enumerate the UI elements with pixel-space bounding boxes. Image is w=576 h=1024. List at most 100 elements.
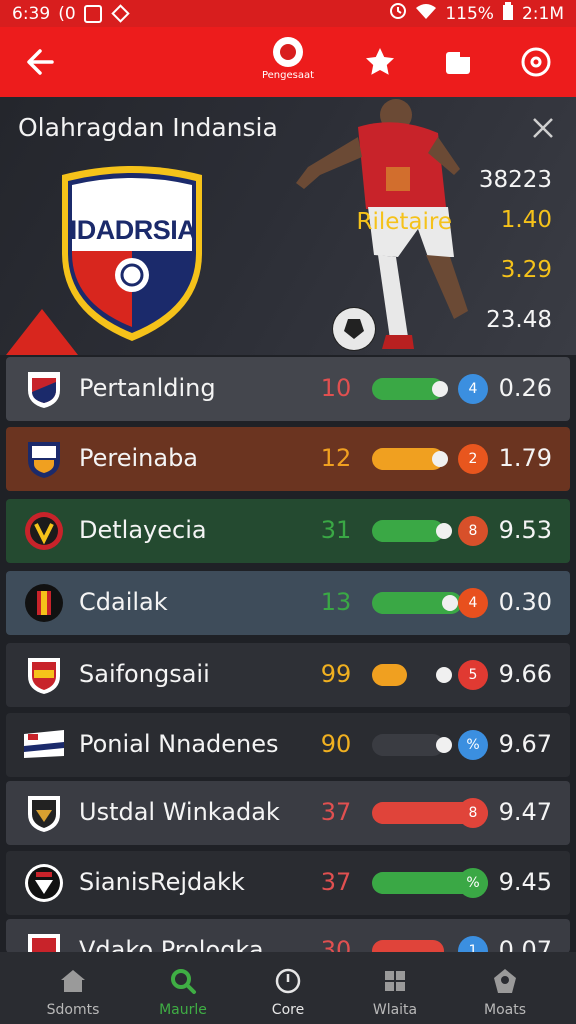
status-dot: 4 — [458, 588, 488, 618]
team-rank: 99 — [320, 660, 352, 688]
team-badge-icon — [25, 864, 63, 902]
progress-track: % — [372, 868, 488, 898]
list-item[interactable]: Saifongsaii 99 5 9.66 — [6, 643, 570, 707]
stat-value-4: 23.48 — [486, 307, 552, 333]
list-item[interactable]: Pereinaba 12 2 1.79 — [6, 427, 570, 491]
back-arrow-icon[interactable] — [22, 43, 60, 81]
nav-label: Core — [271, 1002, 305, 1018]
stat-value-3: 3.29 — [500, 257, 552, 283]
decorative-triangle — [6, 309, 78, 355]
team-badge-icon — [28, 796, 60, 832]
team-name: Detlayecia — [79, 516, 207, 544]
page-title: Olahragdan Indansia — [18, 113, 278, 142]
progress-track: 8 — [372, 516, 488, 546]
status-clock-right: 2:1M — [521, 3, 564, 24]
team-badge-icon — [28, 658, 60, 694]
team-value: 9.66 — [498, 660, 552, 688]
notification-icon — [83, 4, 102, 23]
team-badge-icon — [28, 442, 60, 478]
stat-label-2: Riletaire — [356, 209, 452, 235]
bottom-navigation: Sdomts Maurle Core Wlaita Moats — [0, 952, 576, 1024]
list-item[interactable]: Ponial Nnadenes 90 % 9.67 — [6, 713, 570, 777]
close-icon[interactable] — [530, 115, 556, 141]
progress-knob — [436, 523, 452, 539]
team-rank: 37 — [320, 798, 352, 826]
battery-level: 115% — [445, 3, 494, 24]
nav-label: Moats — [483, 1002, 526, 1018]
nav-item-profile[interactable]: Moats — [450, 952, 560, 1024]
share-icon[interactable] — [440, 44, 476, 80]
progress-bar — [372, 664, 407, 686]
nav-label: Sdomts — [46, 1002, 100, 1018]
list-item[interactable]: SianisRejdakk 37 % 9.45 — [6, 851, 570, 915]
star-icon[interactable] — [362, 44, 398, 80]
home-icon — [61, 970, 85, 992]
progress-knob — [436, 737, 452, 753]
hero-banner: Olahragdan Indansia IDADRSIA 38223 Rilet… — [0, 97, 576, 355]
team-name: Vdako Prologka — [79, 936, 264, 953]
club-crest-text: IDADRSIA — [69, 215, 197, 245]
app-logo-text: Pengesaat — [261, 70, 315, 81]
nav-label: Maurle — [159, 1002, 207, 1018]
team-name: Ustdal Winkadak — [79, 798, 280, 826]
status-extra: (0 — [58, 3, 76, 24]
progress-track: 5 — [372, 660, 488, 690]
stat-value-2: 1.40 — [500, 207, 552, 233]
progress-track: 2 — [372, 444, 488, 474]
team-value: 9.53 — [498, 516, 552, 544]
team-rank: 12 — [320, 444, 352, 472]
team-rank: 13 — [320, 588, 352, 616]
location-icon — [110, 4, 130, 23]
wifi-icon — [415, 2, 437, 25]
profile-icon — [494, 969, 516, 993]
team-value: 1.79 — [498, 444, 552, 472]
team-name: Saifongsaii — [79, 660, 210, 688]
progress-track: 4 — [372, 588, 488, 618]
nav-label: Wlaita — [372, 1002, 418, 1018]
team-name: Pertanlding — [79, 374, 216, 402]
status-dot: % — [458, 730, 488, 760]
nav-item-core[interactable]: Core — [233, 952, 343, 1024]
progress-track: 4 — [372, 374, 488, 404]
list-item[interactable]: Pertanlding 10 4 0.26 — [6, 357, 570, 421]
team-badge-icon — [28, 934, 60, 953]
team-rank: 31 — [320, 516, 352, 544]
progress-knob — [432, 381, 448, 397]
nav-item-search[interactable]: Maurle — [128, 952, 238, 1024]
clock-icon — [275, 968, 301, 994]
alarm-icon — [389, 2, 407, 25]
nav-item-grid[interactable]: Wlaita — [340, 952, 450, 1024]
status-dot: 8 — [458, 798, 488, 828]
status-dot: 8 — [458, 516, 488, 546]
progress-track: % — [372, 730, 488, 760]
progress-knob — [432, 451, 448, 467]
team-value: 0.26 — [498, 374, 552, 402]
list-item[interactable]: Cdailak 13 4 0.30 — [6, 571, 570, 635]
stat-value-1: 38223 — [478, 167, 552, 193]
status-dot: 1 — [458, 936, 488, 953]
app-logo: Pengesaat — [258, 37, 318, 91]
progress-bar — [372, 734, 444, 756]
team-badge-icon — [24, 730, 64, 758]
app-logo-icon — [273, 37, 303, 67]
list-item[interactable]: Ustdal Winkadak 37 8 9.47 — [6, 781, 570, 845]
status-dot: 2 — [458, 444, 488, 474]
status-bar: 6:39 (0 115% 2:1M — [0, 0, 576, 27]
team-value: 9.67 — [498, 730, 552, 758]
status-dot: 5 — [458, 660, 488, 690]
team-name: SianisRejdakk — [79, 868, 245, 896]
list-item[interactable]: Detlayecia 31 8 9.53 — [6, 499, 570, 563]
list-item[interactable]: Vdako Prologka 30 1 0.07 — [6, 919, 570, 953]
team-badge-icon — [28, 372, 60, 408]
progress-knob — [436, 667, 452, 683]
progress-track: 8 — [372, 798, 488, 828]
nav-item-home[interactable]: Sdomts — [18, 952, 128, 1024]
team-name: Cdailak — [79, 588, 168, 616]
status-time: 6:39 — [12, 3, 51, 24]
settings-icon[interactable] — [518, 44, 554, 80]
team-name: Pereinaba — [79, 444, 199, 472]
status-dot: 4 — [458, 374, 488, 404]
team-badge-icon — [25, 512, 63, 550]
team-value: 0.07 — [498, 936, 552, 953]
search-icon — [171, 969, 196, 994]
